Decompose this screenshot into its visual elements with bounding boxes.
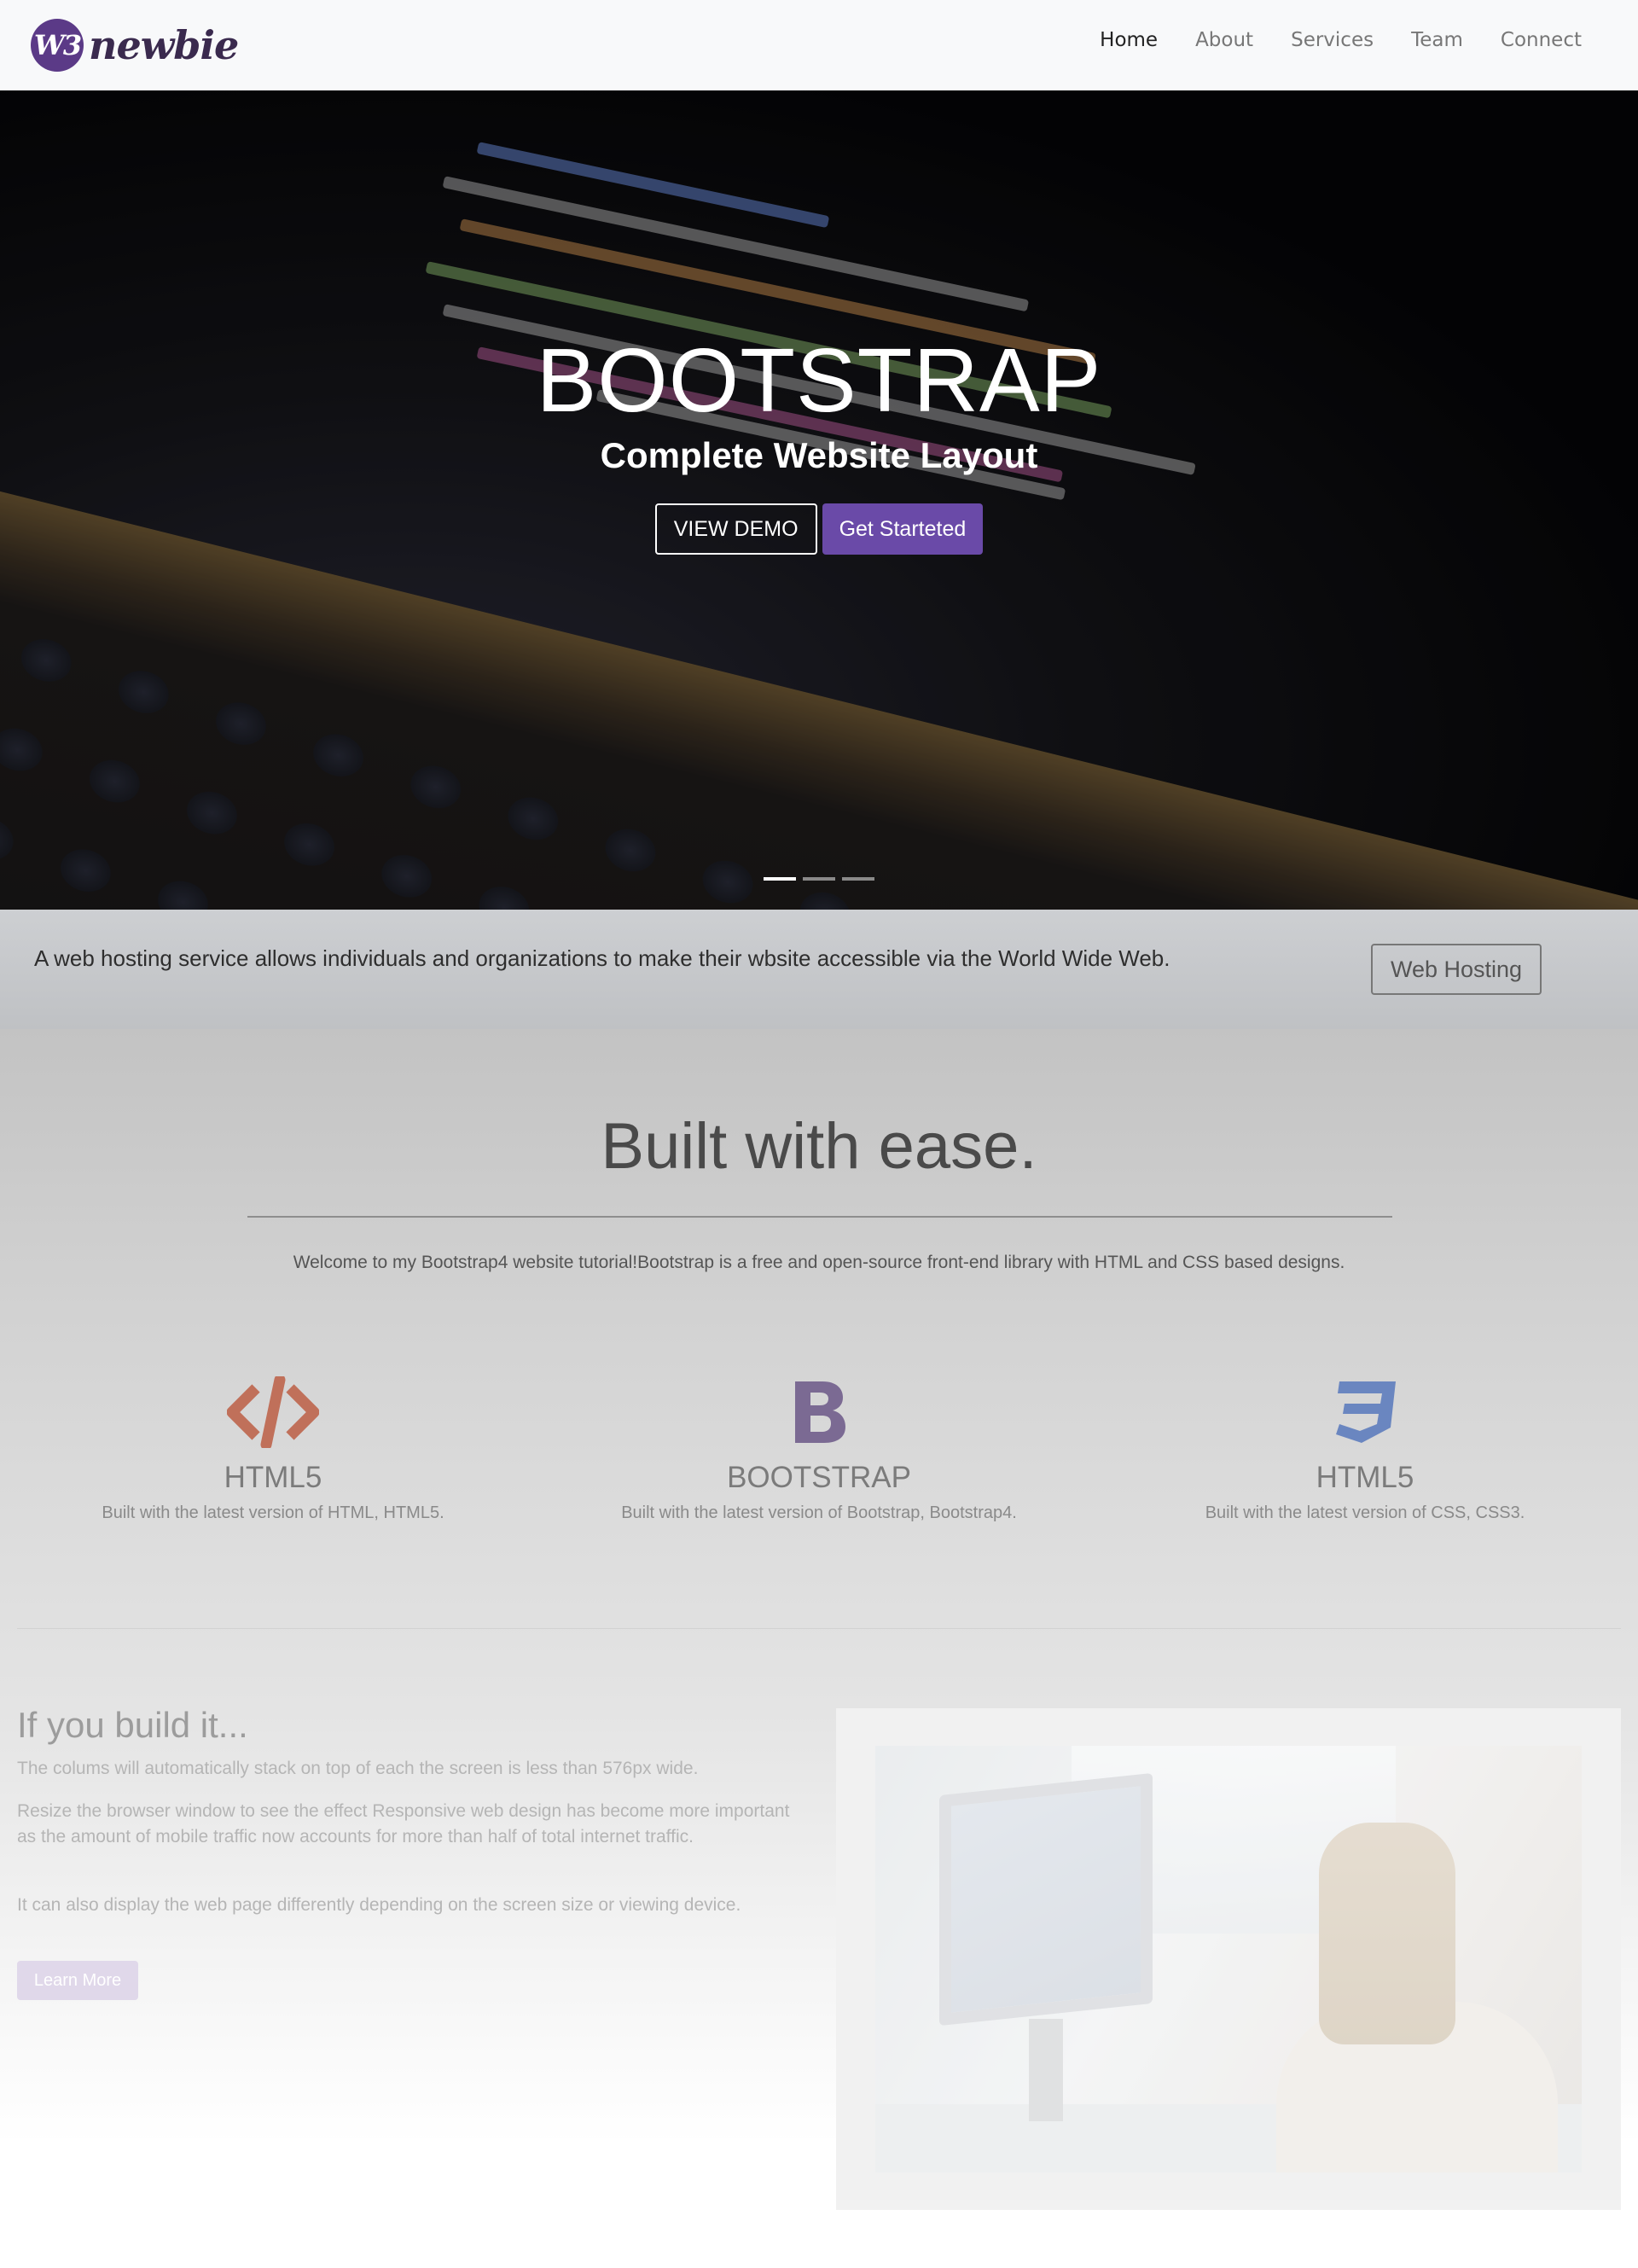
nav-link-services[interactable]: Services xyxy=(1291,29,1374,51)
nav-links: Home About Services Team Connect xyxy=(1100,29,1582,51)
carousel-indicator-1[interactable] xyxy=(764,877,796,881)
hero-title: BOOTSTRAP xyxy=(536,330,1102,431)
brand-badge: W3 xyxy=(31,19,84,72)
css3-icon xyxy=(1126,1374,1604,1451)
view-demo-button[interactable]: VIEW DEMO xyxy=(654,503,817,555)
woman-at-computer-image xyxy=(875,1746,1582,2172)
feature-text: Built with the latest version of HTML, H… xyxy=(102,1503,444,1522)
code-icon xyxy=(34,1374,512,1451)
nav-link-about[interactable]: About xyxy=(1195,29,1253,51)
feature-title: BOOTSTRAP xyxy=(727,1461,911,1494)
nav-link-home[interactable]: Home xyxy=(1100,29,1158,51)
carousel-indicator-2[interactable] xyxy=(803,877,835,881)
photo-shade xyxy=(875,1746,1582,2172)
nav-link-connect[interactable]: Connect xyxy=(1501,29,1582,51)
feature-html5: HTML5 Built with the latest version of H… xyxy=(34,1374,512,1523)
brand-text: newbie xyxy=(89,22,239,68)
hero-buttons: VIEW DEMO Get Starteted xyxy=(0,503,1638,555)
brand-logo[interactable]: W3 newbie xyxy=(31,17,239,73)
nav-link-team[interactable]: Team xyxy=(1411,29,1463,51)
bootstrap-icon xyxy=(580,1374,1058,1451)
photo-card xyxy=(836,1708,1621,2210)
web-hosting-button[interactable]: Web Hosting xyxy=(1371,944,1542,995)
carousel-indicators xyxy=(0,877,1638,881)
feature-bootstrap: BOOTSTRAP Built with the latest version … xyxy=(580,1374,1058,1523)
welcome-lead: Welcome to my Bootstrap4 website tutoria… xyxy=(293,1253,1345,1272)
features-row: HTML5 Built with the latest version of H… xyxy=(0,1374,1638,1544)
feature-title: HTML5 xyxy=(1316,1461,1414,1494)
hosting-banner-text: A web hosting service allows individuals… xyxy=(34,945,1170,971)
build-paragraph-1: The colums will automatically stack on t… xyxy=(17,1759,699,1778)
hero-overlay xyxy=(0,90,1638,910)
feature-css3: HTML5 Built with the latest version of C… xyxy=(1126,1374,1604,1523)
hosting-banner: A web hosting service allows individuals… xyxy=(0,910,1638,1029)
feature-text: Built with the latest version of CSS, CS… xyxy=(1205,1503,1525,1522)
learn-more-button[interactable]: Learn More xyxy=(17,1961,138,2000)
build-title: If you build it... xyxy=(17,1705,248,1745)
build-paragraph-2: Resize the browser window to see the eff… xyxy=(17,1801,790,1846)
feature-text: Built with the latest version of Bootstr… xyxy=(621,1503,1017,1522)
welcome-divider xyxy=(247,1216,1392,1218)
carousel-indicator-3[interactable] xyxy=(842,877,874,881)
hero-subtitle: Complete Website Layout xyxy=(600,435,1038,475)
hero-carousel: BOOTSTRAP Complete Website Layout VIEW D… xyxy=(0,90,1638,910)
feature-title: HTML5 xyxy=(224,1461,322,1494)
build-paragraph-3: It can also display the web page differe… xyxy=(17,1895,741,1915)
navbar: W3 newbie Home About Services Team Conne… xyxy=(0,0,1638,90)
welcome-title: Built with ease. xyxy=(601,1110,1037,1183)
get-started-button[interactable]: Get Starteted xyxy=(822,503,984,555)
section-divider xyxy=(17,1628,1621,1629)
